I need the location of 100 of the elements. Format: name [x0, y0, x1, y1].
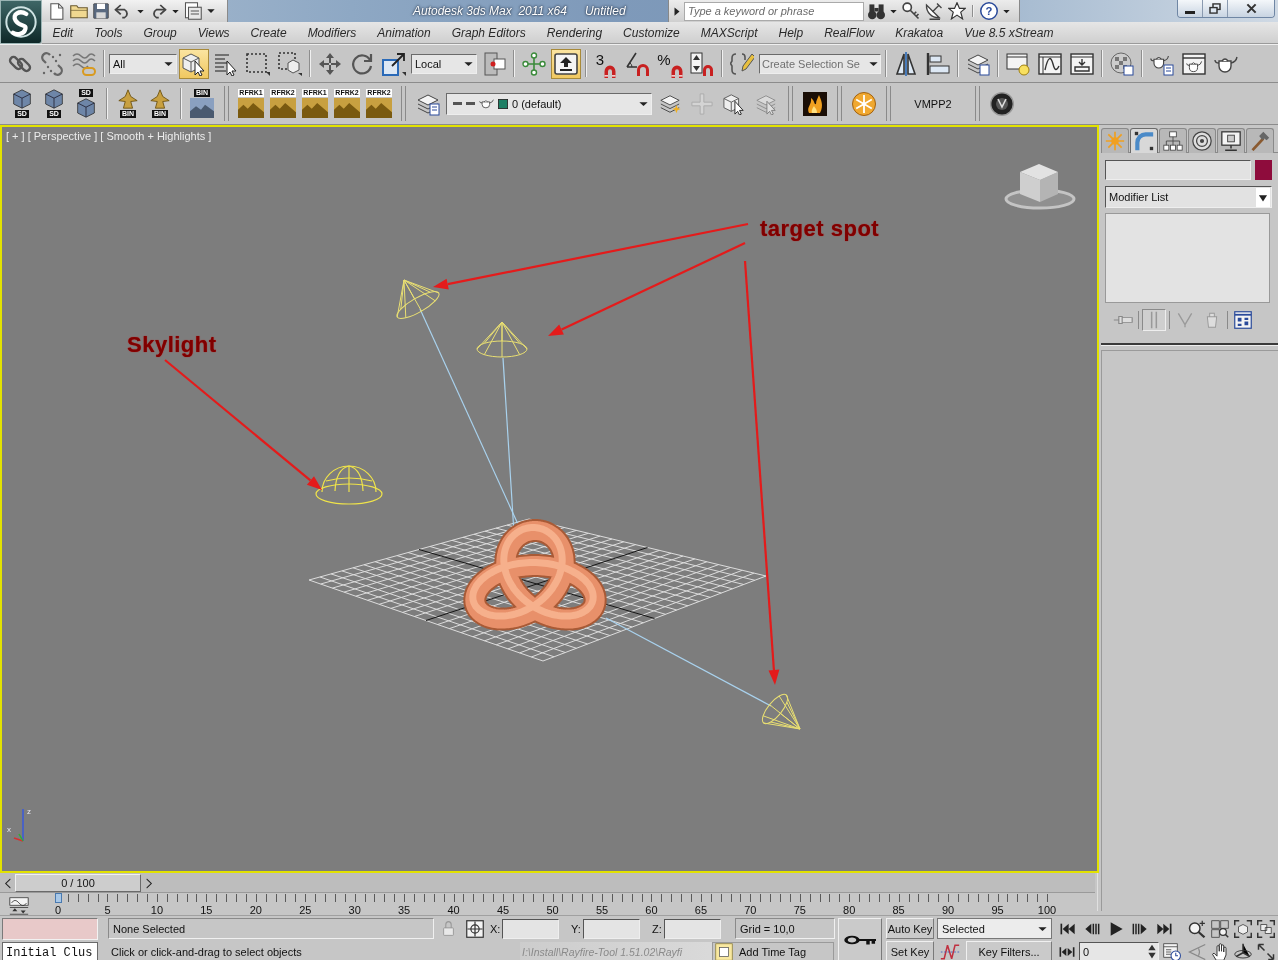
menu-item[interactable]: MAXScript [690, 25, 768, 40]
new-file-button[interactable] [47, 1, 66, 21]
zoom-extents-icon [1233, 919, 1252, 938]
transform-mode-button[interactable] [464, 918, 486, 939]
coordinate-system-dropdown[interactable]: Local [411, 53, 477, 74]
spotlight-cone[interactable] [761, 693, 801, 730]
color-swatch-icon[interactable] [1255, 160, 1272, 180]
menu-item[interactable]: Animation [366, 25, 442, 40]
angle-magnet-icon [626, 51, 650, 76]
favorites-button[interactable] [947, 1, 967, 21]
zoom-extents-button[interactable] [1231, 918, 1254, 939]
tangent-curve-icon [940, 942, 960, 960]
minimize-button[interactable] [1178, 0, 1203, 17]
callout-label: target spot [760, 218, 880, 240]
star-icon [948, 2, 966, 20]
add-time-tag-button[interactable]: Add Time Tag [712, 941, 834, 960]
satellite-button[interactable] [924, 1, 944, 21]
modifier-list-dropdown[interactable]: Modifier List [1105, 186, 1272, 208]
spotlight-cone[interactable] [476, 321, 528, 358]
skylight-dome[interactable] [315, 465, 383, 505]
zoom-extents-all-button[interactable] [1254, 918, 1277, 939]
panel-tab[interactable] [1188, 128, 1216, 153]
panel-tab[interactable] [1130, 128, 1158, 153]
object-name-field[interactable] [1105, 160, 1251, 180]
frame-number: 55 [595, 904, 609, 916]
menu-item[interactable]: Rendering [536, 25, 613, 40]
key-filter-dropdown[interactable]: Selected [937, 918, 1052, 939]
plus-icon [691, 92, 713, 115]
help-button[interactable]: ? [979, 1, 999, 21]
set-key-button[interactable]: Set Key [886, 941, 934, 960]
project-folder-button[interactable] [183, 1, 203, 21]
auto-key-button[interactable]: Auto Key [886, 918, 934, 939]
coordinate-field[interactable] [502, 918, 559, 939]
menu-item[interactable]: Help [768, 25, 814, 40]
frame-number: 35 [397, 904, 411, 916]
time-slider-thumb[interactable]: 0 / 100 [15, 874, 141, 892]
viewport-label-menu[interactable]: [ Perspective ] [27, 130, 98, 142]
view-cube[interactable] [1004, 164, 1076, 210]
frame-number: 50 [546, 904, 559, 916]
menu-item[interactable]: Krakatoa [884, 25, 954, 40]
dashed-rectangle-icon [246, 51, 270, 76]
caret-icon [890, 8, 897, 14]
satellite-dish-icon [925, 2, 943, 20]
lock-icon [441, 921, 455, 936]
selection-filter-dropdown[interactable]: All [109, 53, 177, 74]
select-object-button[interactable] [179, 48, 209, 79]
mini-curve-editor-button[interactable] [6, 894, 32, 918]
menu-item[interactable]: Graph Editors [441, 25, 537, 40]
key-filters-button[interactable]: Key Filters... [966, 941, 1052, 960]
set-keys-button[interactable] [838, 918, 882, 960]
search-field[interactable]: Type a keyword or phrase [684, 1, 864, 21]
save-file-button[interactable] [92, 1, 110, 21]
coordinate-field[interactable] [664, 918, 721, 939]
close-button[interactable] [1228, 0, 1274, 17]
swirl-logo-icon [5, 6, 37, 38]
spotlight-cone[interactable] [396, 279, 440, 319]
frame-number: 85 [892, 904, 905, 916]
time-slider-track[interactable]: 0 / 100 [0, 873, 1095, 893]
script-button[interactable]: VMPP2 [899, 88, 967, 119]
maxscript-output-field[interactable] [2, 918, 98, 940]
frame-number: 95 [991, 904, 1004, 916]
menu-item[interactable]: Views [187, 25, 241, 40]
search-button[interactable] [867, 1, 886, 21]
torus-knot[interactable] [463, 519, 607, 631]
menu-item[interactable]: RealFlow [813, 25, 885, 40]
coordinate-field[interactable] [583, 918, 640, 939]
magnet-icon [670, 64, 683, 78]
restore-button[interactable] [1203, 0, 1228, 17]
menu-item[interactable]: Modifiers [297, 25, 367, 40]
menu-item[interactable]: Group [132, 25, 188, 40]
folder-icon [70, 3, 88, 19]
keyboard-override-button[interactable] [551, 48, 581, 79]
panel-tab[interactable] [1159, 128, 1187, 153]
key-button[interactable] [901, 1, 921, 21]
snap-toggle-button[interactable]: 3 [591, 48, 621, 79]
layer-dropdown[interactable]: 0 (default) [446, 92, 652, 115]
maxscript-input-field[interactable]: Initial Clus [2, 942, 98, 960]
orbit-button[interactable] [1231, 941, 1254, 960]
percent-snap-button[interactable]: % [655, 48, 685, 79]
file-path-tooltip: I:\Install\Rayfire-Tool 1.51.02\Rayfi [520, 941, 712, 960]
frame-number: 70 [744, 904, 757, 916]
viewport-label-menu[interactable]: [ Smooth + Highlights ] [100, 130, 212, 142]
menu-item[interactable]: Customize [612, 25, 691, 40]
show-end-result-button[interactable] [1142, 309, 1166, 331]
menu-item[interactable]: Tools [83, 25, 133, 40]
zoom-all-button[interactable] [1208, 918, 1231, 939]
layers-cursor-icon [755, 92, 777, 115]
time-configuration-button[interactable] [1161, 941, 1182, 960]
viewport-label-menu[interactable]: [ + ] [6, 130, 25, 142]
menu-item[interactable]: Edit [42, 25, 84, 40]
current-frame-marker[interactable] [55, 893, 62, 903]
menu-item[interactable]: Vue 8.5 xStream [953, 25, 1064, 40]
dropdown-arrow-icon [464, 60, 473, 67]
frame-number: 60 [645, 904, 658, 916]
configure-modifier-sets-button[interactable] [1231, 309, 1255, 331]
menu-item[interactable]: Create [240, 25, 298, 40]
checker-sphere-icon [1110, 51, 1134, 76]
panel-tab[interactable] [1217, 128, 1245, 153]
perspective-viewport[interactable]: z x [ + ] [ Perspective ] [ Smooth + Highlights ] target spot Skylight [0, 125, 1099, 873]
application-menu-button[interactable] [0, 0, 42, 44]
